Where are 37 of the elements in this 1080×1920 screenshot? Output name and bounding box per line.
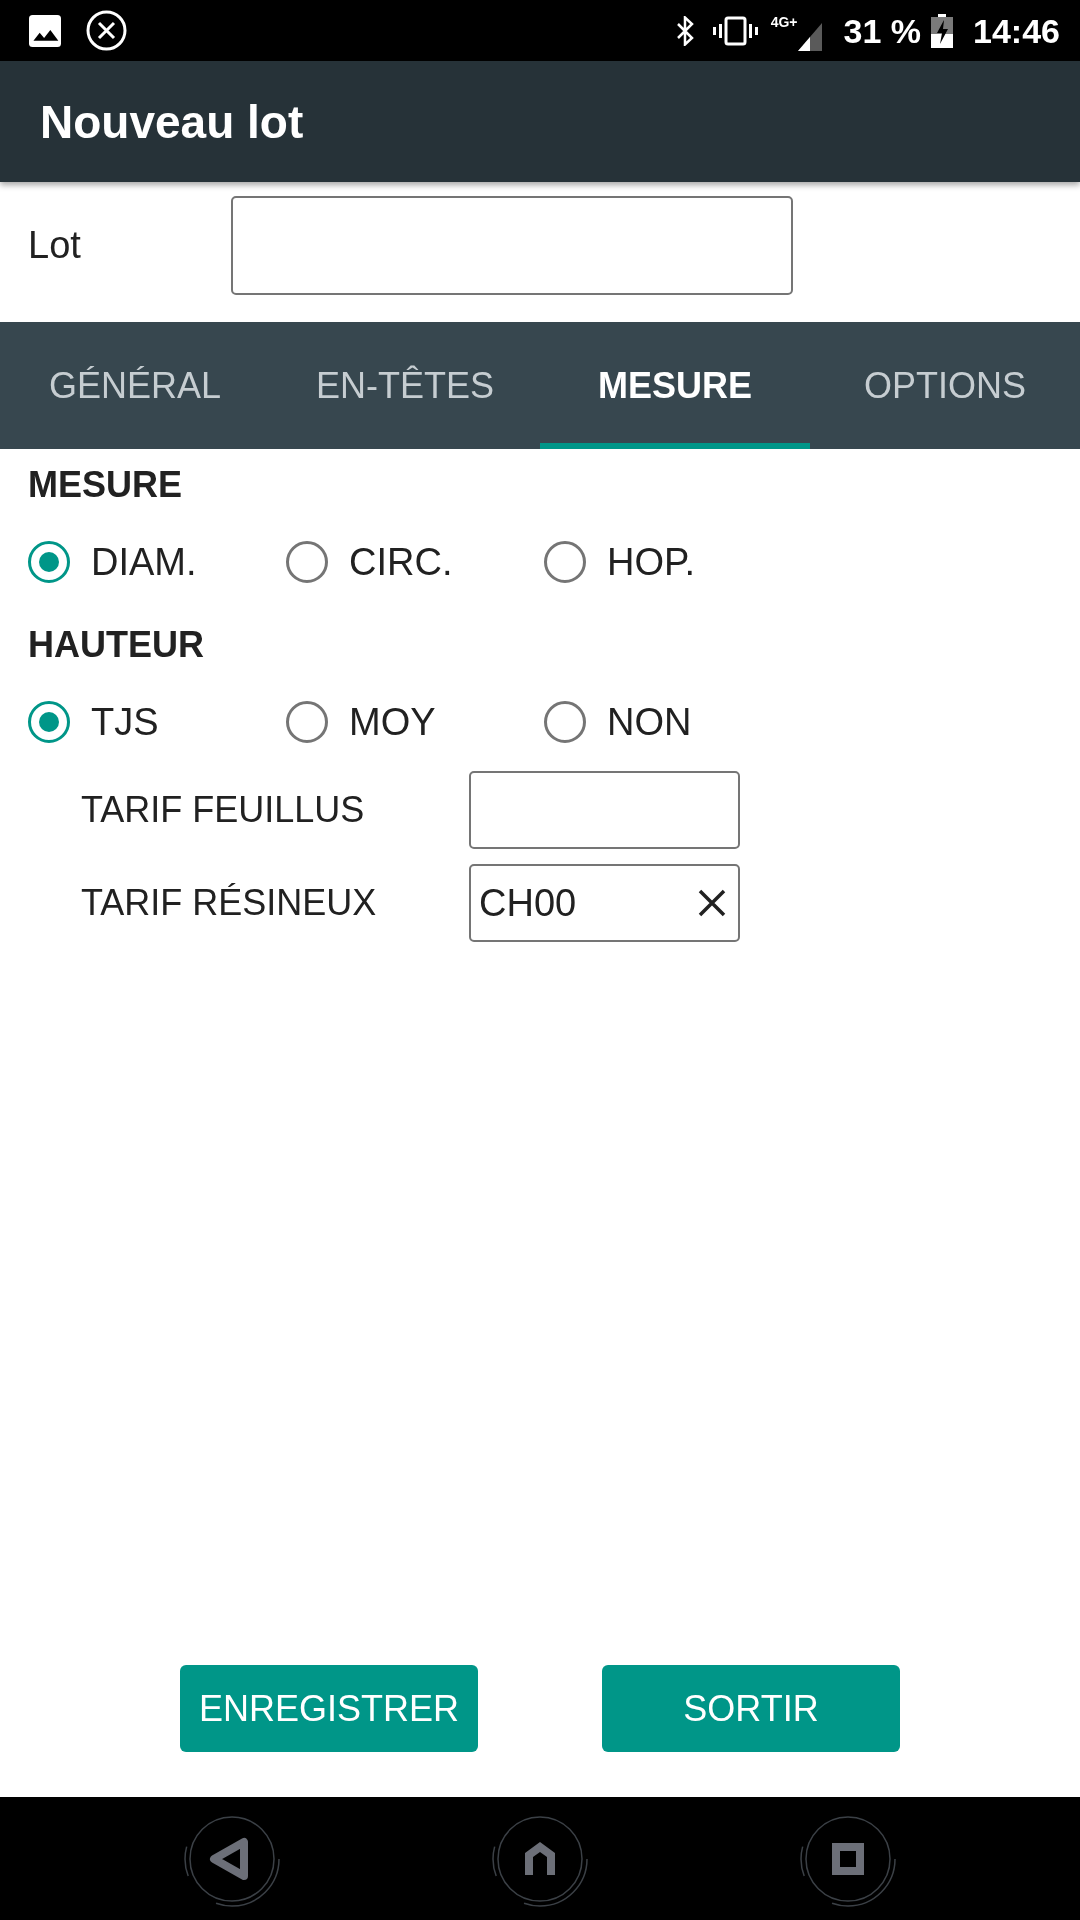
radio-button[interactable]: [544, 701, 586, 743]
section-heading: MESURE: [28, 463, 184, 507]
field-label: Lot: [28, 224, 82, 267]
tab[interactable]: EN-TÊTES: [270, 322, 540, 449]
radio-label[interactable]: TJS: [91, 700, 159, 744]
battery-charging-icon: [931, 13, 954, 48]
input-field[interactable]: [469, 771, 740, 849]
battery-percent: 31 %: [843, 10, 922, 51]
image-icon: [29, 14, 61, 47]
clear-icon[interactable]: [698, 889, 726, 917]
screen-title: Nouveau lot: [40, 94, 304, 149]
radio-label[interactable]: DIAM.: [91, 540, 197, 584]
radio-button[interactable]: [286, 701, 328, 743]
radio-label[interactable]: NON: [607, 700, 692, 744]
section-heading: HAUTEUR: [28, 623, 205, 667]
tab[interactable]: MESURE: [540, 322, 810, 449]
input-field[interactable]: [231, 196, 793, 295]
clock-time: 14:46: [973, 10, 1060, 51]
bluetooth-icon: [675, 15, 694, 46]
tab[interactable]: GÉNÉRAL: [0, 322, 270, 449]
radio-button[interactable]: [544, 541, 586, 583]
radio-label[interactable]: CIRC.: [349, 540, 453, 584]
signal-icon: [797, 22, 822, 51]
network-type: 4G+: [770, 14, 798, 29]
tab[interactable]: OPTIONS: [810, 322, 1080, 449]
radio-button[interactable]: [286, 541, 328, 583]
field-label: TARIF FEUILLUS: [81, 789, 366, 831]
input-field[interactable]: CH00: [469, 864, 740, 942]
radio-label[interactable]: HOP.: [607, 540, 695, 584]
radio-button[interactable]: [28, 701, 70, 743]
close-circle-icon: [86, 10, 127, 51]
vibrate-icon: [712, 15, 758, 46]
radio-button[interactable]: [28, 541, 70, 583]
radio-label[interactable]: MOY: [349, 700, 436, 744]
save-button[interactable]: ENREGISTRER: [180, 1665, 478, 1752]
exit-button[interactable]: SORTIR: [602, 1665, 900, 1752]
field-label: TARIF RÉSINEUX: [81, 882, 378, 924]
